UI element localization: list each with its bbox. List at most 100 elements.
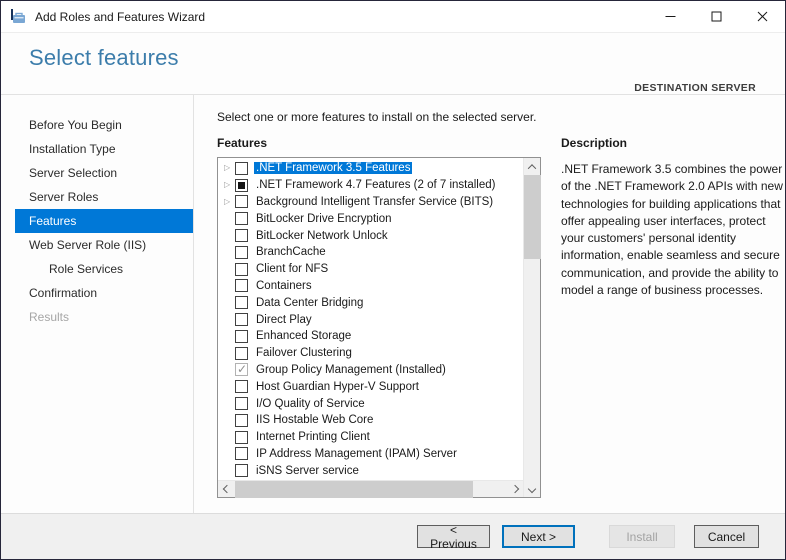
- feature-row[interactable]: Direct Play: [218, 311, 523, 328]
- description-title: Description: [561, 136, 628, 150]
- cancel-button[interactable]: Cancel: [694, 525, 759, 548]
- feature-row[interactable]: Background Intelligent Transfer Service …: [218, 194, 523, 211]
- feature-label[interactable]: Direct Play: [254, 314, 314, 326]
- scroll-left-button[interactable]: [218, 481, 235, 498]
- feature-checkbox: [235, 362, 248, 377]
- feature-checkbox[interactable]: [235, 178, 248, 192]
- feature-checkbox[interactable]: [235, 430, 248, 444]
- feature-checkbox[interactable]: [235, 161, 248, 175]
- scroll-right-button[interactable]: [506, 481, 523, 498]
- feature-label[interactable]: Host Guardian Hyper-V Support: [254, 381, 421, 393]
- feature-label[interactable]: .NET Framework 4.7 Features (2 of 7 inst…: [254, 179, 497, 191]
- feature-label[interactable]: BitLocker Network Unlock: [254, 230, 390, 242]
- feature-label[interactable]: IIS Hostable Web Core: [254, 414, 375, 426]
- feature-checkbox[interactable]: [235, 262, 248, 276]
- wizard-body: Before You Begin Installation Type Server …: [1, 95, 785, 513]
- feature-checkbox[interactable]: [235, 279, 248, 293]
- feature-row[interactable]: Internet Printing Client: [218, 429, 523, 446]
- nav-item-web-server-role-iis-[interactable]: Web Server Role (IIS): [15, 233, 193, 257]
- feature-row[interactable]: .NET Framework 4.7 Features (2 of 7 inst…: [218, 177, 523, 194]
- chevron-left-icon: [222, 484, 231, 494]
- nav-item-role-services[interactable]: Role Services: [15, 257, 193, 281]
- feature-label[interactable]: Group Policy Management (Installed): [254, 364, 448, 376]
- nav-item-before-you-begin[interactable]: Before You Begin: [15, 113, 193, 137]
- feature-checkbox[interactable]: [235, 447, 248, 461]
- wizard-content: Select one or more features to install o…: [194, 95, 785, 513]
- feature-label[interactable]: IP Address Management (IPAM) Server: [254, 448, 459, 460]
- minimize-button[interactable]: [647, 1, 693, 33]
- feature-row[interactable]: iSNS Server service: [218, 462, 523, 479]
- feature-checkbox[interactable]: [235, 296, 248, 310]
- feature-checkbox[interactable]: [235, 346, 248, 360]
- wizard-window: Add Roles and Features Wizard Select fea…: [0, 0, 786, 560]
- expander-icon[interactable]: [224, 197, 235, 207]
- titlebar: Add Roles and Features Wizard: [1, 1, 785, 33]
- feature-checkbox[interactable]: [235, 195, 248, 209]
- feature-label[interactable]: Client for NFS: [254, 263, 330, 275]
- horizontal-scrollbar[interactable]: [218, 480, 523, 498]
- feature-label[interactable]: BitLocker Drive Encryption: [254, 213, 394, 225]
- description-text: .NET Framework 3.5 combines the power of…: [561, 162, 783, 298]
- feature-label[interactable]: Data Center Bridging: [254, 297, 365, 309]
- chevron-right-icon: [510, 484, 519, 494]
- feature-row[interactable]: Data Center Bridging: [218, 294, 523, 311]
- feature-row[interactable]: IIS Hostable Web Core: [218, 412, 523, 429]
- feature-label[interactable]: Background Intelligent Transfer Service …: [254, 196, 495, 208]
- horizontal-scroll-thumb[interactable]: [235, 480, 473, 498]
- vertical-scroll-thumb[interactable]: [523, 175, 541, 259]
- window-title: Add Roles and Features Wizard: [35, 9, 206, 24]
- feature-row[interactable]: BitLocker Network Unlock: [218, 227, 523, 244]
- previous-button[interactable]: < Previous: [417, 523, 490, 551]
- maximize-button[interactable]: [693, 1, 739, 33]
- feature-row[interactable]: Client for NFS: [218, 261, 523, 278]
- server-manager-icon: [11, 9, 25, 23]
- feature-checkbox[interactable]: [235, 464, 248, 478]
- wizard-footer: < Previous Next > Install Cancel: [1, 513, 785, 559]
- feature-checkbox[interactable]: [235, 313, 248, 327]
- feature-label[interactable]: Enhanced Storage: [254, 330, 353, 342]
- nav-item-server-roles[interactable]: Server Roles: [15, 185, 193, 209]
- features-listbox: .NET Framework 3.5 Features .NET Framewor…: [217, 157, 541, 498]
- feature-row[interactable]: I/O Quality of Service: [218, 395, 523, 412]
- feature-row[interactable]: BranchCache: [218, 244, 523, 261]
- expander-icon[interactable]: [224, 163, 235, 173]
- feature-label[interactable]: .NET Framework 3.5 Features: [254, 162, 413, 175]
- nav-item-server-selection[interactable]: Server Selection: [15, 161, 193, 185]
- nav-item-features[interactable]: Features: [15, 209, 193, 233]
- feature-checkbox[interactable]: [235, 329, 248, 343]
- feature-checkbox[interactable]: [235, 397, 248, 411]
- feature-row[interactable]: Host Guardian Hyper-V Support: [218, 378, 523, 395]
- feature-row[interactable]: Containers: [218, 278, 523, 295]
- feature-checkbox[interactable]: [235, 229, 248, 243]
- feature-label[interactable]: I/O Quality of Service: [254, 398, 367, 410]
- nav-item-confirmation[interactable]: Confirmation: [15, 281, 193, 305]
- feature-label[interactable]: Failover Clustering: [254, 347, 354, 359]
- feature-label[interactable]: Containers: [254, 280, 314, 292]
- feature-label[interactable]: BranchCache: [254, 246, 328, 258]
- page-title: Select features: [29, 45, 179, 70]
- feature-checkbox[interactable]: [235, 380, 248, 394]
- features-list-label: Features: [217, 136, 268, 150]
- close-button[interactable]: [739, 1, 785, 33]
- feature-checkbox[interactable]: [235, 212, 248, 226]
- feature-checkbox[interactable]: [235, 245, 248, 259]
- feature-row[interactable]: Failover Clustering: [218, 345, 523, 362]
- feature-row[interactable]: BitLocker Drive Encryption: [218, 210, 523, 227]
- feature-row[interactable]: .NET Framework 3.5 Features: [218, 160, 523, 177]
- feature-row[interactable]: Group Policy Management (Installed): [218, 362, 523, 379]
- instruction-text: Select one or more features to install o…: [217, 110, 537, 124]
- next-button[interactable]: Next >: [502, 525, 575, 548]
- scroll-down-button[interactable]: [524, 480, 541, 497]
- scroll-up-button[interactable]: [524, 158, 541, 175]
- expander-icon[interactable]: [224, 180, 235, 190]
- feature-label[interactable]: iSNS Server service: [254, 465, 361, 477]
- features-list: .NET Framework 3.5 Features .NET Framewor…: [218, 158, 523, 497]
- install-button: Install: [609, 525, 675, 548]
- feature-label[interactable]: Internet Printing Client: [254, 431, 372, 443]
- nav-item-installation-type[interactable]: Installation Type: [15, 137, 193, 161]
- vertical-scrollbar[interactable]: [523, 158, 541, 497]
- feature-row[interactable]: Enhanced Storage: [218, 328, 523, 345]
- chevron-down-icon: [527, 484, 537, 493]
- feature-checkbox[interactable]: [235, 413, 248, 427]
- feature-row[interactable]: IP Address Management (IPAM) Server: [218, 446, 523, 463]
